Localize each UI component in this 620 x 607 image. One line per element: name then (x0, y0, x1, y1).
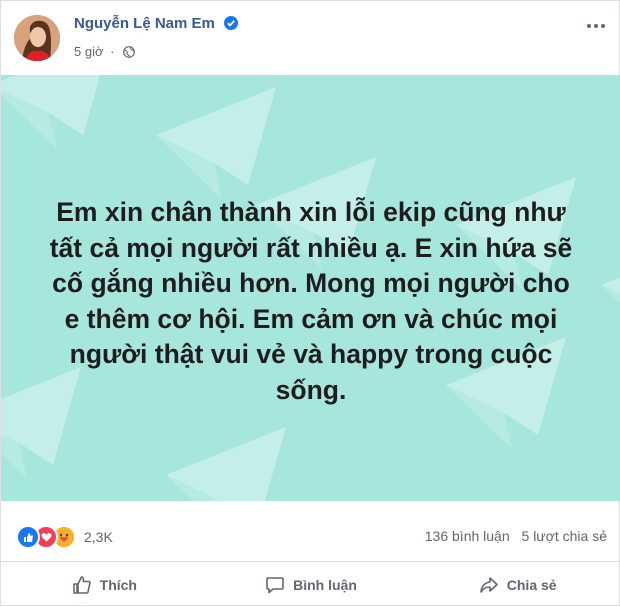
like-reaction-icon (16, 525, 40, 549)
comment-icon (266, 577, 284, 594)
engagement-counts: 136 bình luận 5 lượt chia sẻ (417, 528, 607, 544)
post-text-line: tất cả mọi người rất nhiều ạ. E xin hứa … (49, 232, 573, 263)
like-button[interactable]: Thích (1, 563, 208, 607)
comments-count[interactable]: 136 bình luận (425, 528, 510, 544)
post-text: Em xin chân thành xin lỗi ekip cũng như … (35, 195, 587, 408)
thumbs-up-icon (72, 576, 91, 594)
post-header: Nguyễn Lệ Nam Em 5 giờ · (1, 1, 620, 75)
post-text-line: cố gắng nhiều hơn. Mong mọi người cho (52, 268, 570, 298)
post-text-line: người thật vui vẻ và happy trong cuộc (69, 339, 553, 369)
share-button[interactable]: Chia sẻ (414, 563, 620, 607)
post-time[interactable]: 5 giờ (74, 44, 104, 59)
share-label: Chia sẻ (506, 577, 557, 593)
post-text-line: Em xin chân thành xin lỗi ekip cũng như (56, 197, 566, 227)
reactions-summary[interactable]: 2,3K (16, 525, 113, 549)
like-label: Thích (99, 577, 137, 593)
comment-label: Bình luận (293, 577, 357, 593)
avatar[interactable] (14, 15, 60, 61)
comment-button[interactable]: Bình luận (208, 563, 415, 607)
post-background: Em xin chân thành xin lỗi ekip cũng như … (1, 75, 620, 501)
author-name-text[interactable]: Nguyễn Lệ Nam Em (74, 15, 215, 32)
post-stats: 2,3K 136 bình luận 5 lượt chia sẻ (1, 513, 620, 562)
post-meta: 5 giờ · (74, 44, 135, 59)
share-icon (479, 577, 498, 593)
post-text-line: e thêm cơ hội. Em cảm ơn và chúc mọi (64, 303, 558, 334)
action-bar: Thích Bình luận Chia sẻ (1, 563, 620, 607)
reactions-count[interactable]: 2,3K (84, 529, 113, 545)
shares-count[interactable]: 5 lượt chia sẻ (522, 528, 607, 544)
author-name[interactable]: Nguyễn Lệ Nam Em (74, 15, 239, 32)
globe-icon[interactable] (123, 46, 135, 58)
more-options-icon[interactable] (581, 15, 611, 37)
post-card: Nguyễn Lệ Nam Em 5 giờ · Em xin chân thà… (0, 0, 620, 606)
verified-badge-icon (224, 16, 239, 30)
post-text-line: sống. (275, 374, 347, 405)
